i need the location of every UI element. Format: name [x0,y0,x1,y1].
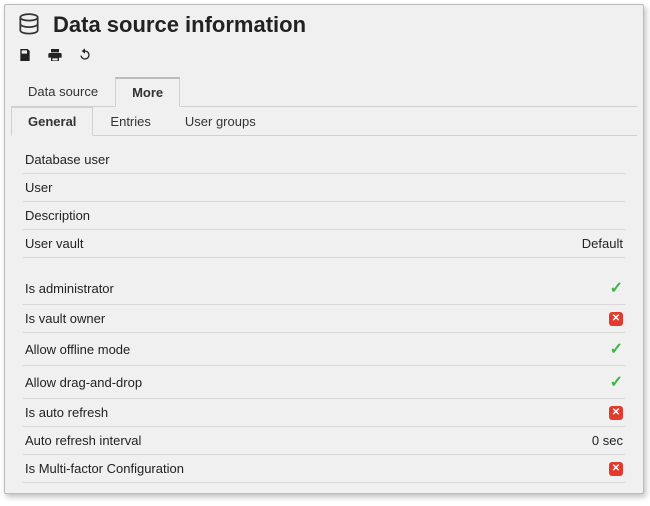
property-row-user-vault: User vaultDefault [23,230,625,258]
property-label: Is administrator [25,281,610,296]
property-row-allow-offline-mode: Allow offline mode✓ [23,333,625,366]
property-label: Auto refresh interval [25,433,592,448]
property-row-description: Description [23,202,625,230]
property-value: Default [582,236,623,251]
subtab-entries[interactable]: Entries [93,107,167,136]
check-icon: ✓ [610,372,623,392]
property-row-user: User [23,174,625,202]
database-icon [15,11,43,39]
property-label: Allow drag-and-drop [25,375,610,390]
property-label: Database user [25,152,623,167]
property-row-is-vault-owner: Is vault owner✕ [23,305,625,333]
deny-icon: ✕ [609,406,623,420]
property-label: Is vault owner [25,311,609,326]
property-row-allow-drag-and-drop: Allow drag-and-drop✓ [23,366,625,399]
check-icon: ✓ [610,278,623,298]
content-panel: Database user User Description User vaultDe… [5,136,643,487]
header: Data source information [5,5,643,43]
property-row-is-auto-refresh: Is auto refresh✕ [23,399,625,427]
print-button[interactable] [45,45,65,65]
window: Data source information Data sourceMore … [4,4,644,494]
page-title: Data source information [53,12,306,38]
property-label: User vault [25,236,582,251]
property-row-database-user: Database user [23,146,625,174]
property-row-is-administrator: Is administrator✓ [23,272,625,305]
check-icon: ✓ [610,339,623,359]
property-value: 0 sec [592,433,623,448]
property-row-is-multi-factor-configuration: Is Multi-factor Configuration✕ [23,455,625,483]
property-label: Is Multi-factor Configuration [25,461,609,476]
property-label: User [25,180,623,195]
property-label: Description [25,208,623,223]
refresh-button[interactable] [75,45,95,65]
property-label: Allow offline mode [25,342,610,357]
toolbar [5,43,643,71]
save-button[interactable] [15,45,35,65]
deny-icon: ✕ [609,312,623,326]
property-row-auto-refresh-interval: Auto refresh interval0 sec [23,427,625,455]
tab-data-source[interactable]: Data source [11,77,115,107]
tabs-primary: Data sourceMore [11,77,637,107]
subtab-general[interactable]: General [11,107,93,136]
subtab-user-groups[interactable]: User groups [168,107,273,136]
deny-icon: ✕ [609,462,623,476]
tab-more[interactable]: More [115,77,180,107]
property-label: Is auto refresh [25,405,609,420]
tabs-secondary: GeneralEntriesUser groups [11,107,637,136]
